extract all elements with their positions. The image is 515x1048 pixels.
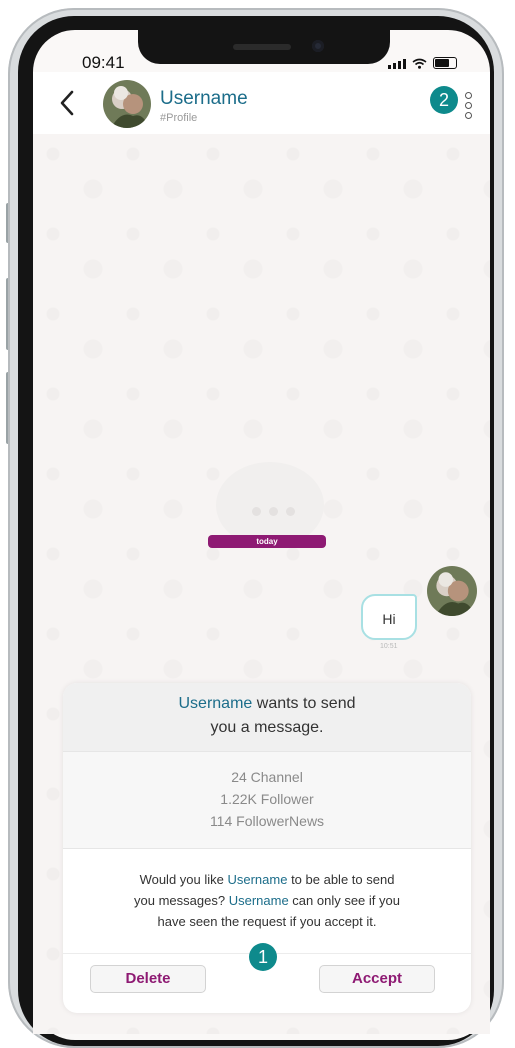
question-username: Username [228,893,289,908]
stat-follower-news: 114 FollowerNews [209,813,325,829]
request-stats: 24 Channel 1.22K Follower 114 FollowerNe… [63,751,471,849]
status-icons [388,57,457,69]
typing-dots-icon [252,507,295,516]
message-bubble[interactable]: Hi [361,594,417,640]
back-arrow-icon[interactable] [59,90,75,122]
wifi-icon [412,58,427,69]
speaker-grille [233,44,291,50]
question-line-2: you messages? Username can only see if y… [134,893,400,908]
battery-icon [433,57,457,69]
request-question: Would you like Username to be able to se… [63,869,471,932]
signal-icon [388,58,406,69]
stat-channels: 24 Channel [231,769,303,785]
front-camera [312,40,324,52]
phone-notch [138,30,390,64]
status-time: 09:41 [82,53,125,72]
date-separator: today [208,535,326,548]
accept-button[interactable]: Accept [319,965,435,993]
question-username: Username [227,872,288,887]
message-avatar [427,566,477,616]
request-title: Username wants to send you a message. [63,683,471,751]
request-title-text: wants to send [252,695,356,712]
request-title-username: Username [178,695,253,712]
chat-header: Username #Profile [33,72,490,134]
question-line-3: have seen the request if you accept it. [157,914,377,929]
delete-button[interactable]: Delete [90,965,206,993]
request-title-line-2: you a message. [210,719,324,736]
chat-username[interactable]: Username [160,88,248,110]
more-options-icon[interactable] [465,92,472,119]
question-line-1: Would you like Username to be able to se… [139,872,395,887]
message-timestamp: 10:51 [380,643,398,650]
profile-tag: #Profile [160,112,198,124]
request-title-line-1: Username wants to send [63,695,471,713]
stat-followers: 1.22K Follower [220,791,314,807]
annotation-badge-1: 1 [249,943,277,971]
annotation-badge-2: 2 [430,86,458,114]
avatar[interactable] [103,80,151,128]
